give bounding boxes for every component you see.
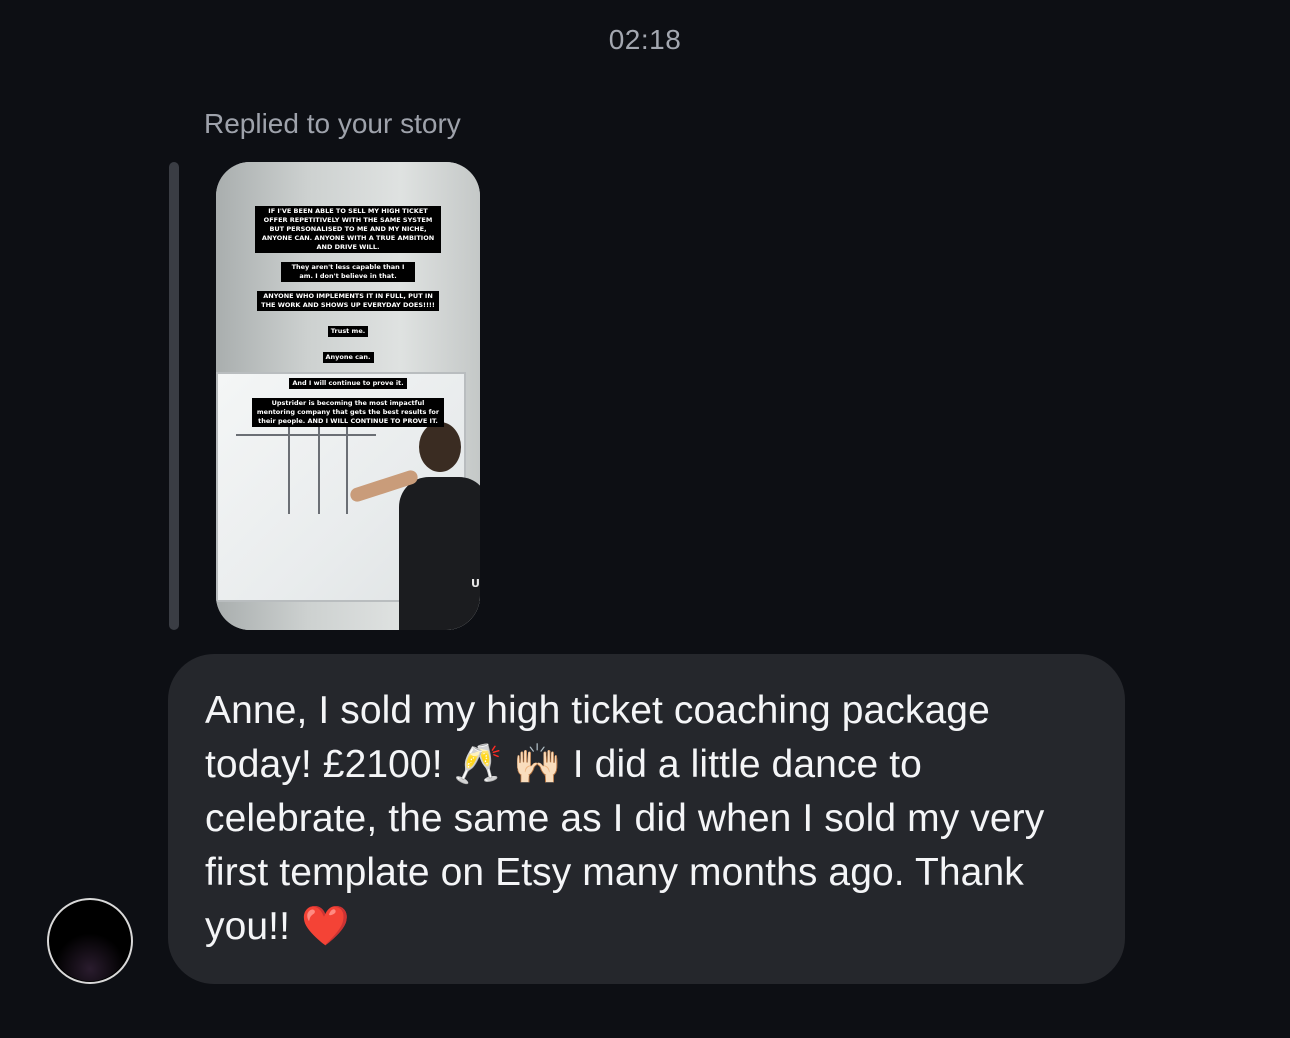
- story-caption: And I will continue to prove it.: [289, 378, 407, 389]
- story-reply-label: Replied to your story: [204, 108, 461, 139]
- avatar-image: [50, 901, 130, 981]
- story-caption: They aren't less capable than I am. I do…: [281, 262, 415, 282]
- story-caption: ANYONE WHO IMPLEMENTS IT IN FULL, PUT IN…: [257, 291, 439, 311]
- person-torso: UPST: [399, 477, 480, 630]
- shirt-print: UPST: [471, 577, 480, 590]
- message-bubble[interactable]: Anne, I sold my high ticket coaching pac…: [168, 654, 1125, 984]
- story-caption: IF I'VE BEEN ABLE TO SELL MY HIGH TICKET…: [255, 206, 441, 253]
- avatar-icon[interactable]: [47, 898, 133, 984]
- message-timestamp: 02:18: [608, 24, 682, 55]
- story-person: UPST: [348, 417, 480, 630]
- reply-indicator-bar: [169, 162, 179, 630]
- story-caption: Trust me.: [327, 326, 369, 337]
- message-text: Anne, I sold my high ticket coaching pac…: [205, 689, 1045, 948]
- story-caption: Anyone can.: [322, 352, 374, 363]
- story-caption: Upstrider is becoming the most impactful…: [252, 398, 444, 427]
- story-captions: IF I'VE BEEN ABLE TO SELL MY HIGH TICKET…: [216, 206, 480, 436]
- story-preview-thumbnail[interactable]: UPST IF I'VE BEEN ABLE TO SELL MY HIGH T…: [216, 162, 480, 630]
